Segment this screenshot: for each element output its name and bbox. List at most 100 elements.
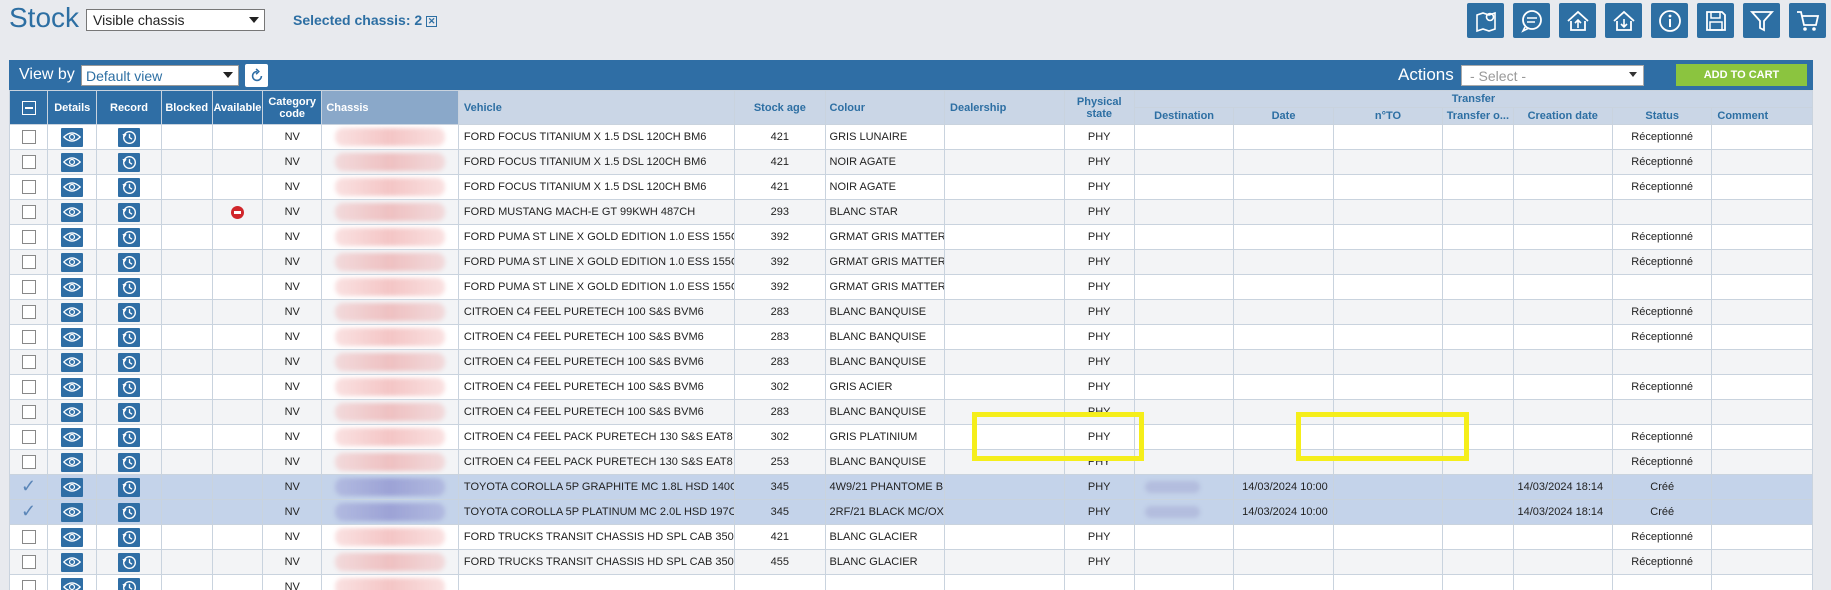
history-icon[interactable] <box>118 427 140 447</box>
row-select-cell[interactable] <box>9 324 49 350</box>
table-row[interactable]: ✓ NV TOYOTA COROLLA 5P GRAPHITE MC 1.8L HS… <box>9 474 1813 500</box>
clear-selection-icon[interactable]: ✕ <box>426 16 438 27</box>
col-available[interactable]: Available <box>211 90 264 125</box>
eye-icon[interactable] <box>61 227 84 247</box>
eye-icon[interactable] <box>61 277 84 297</box>
map-pin-button[interactable] <box>1467 3 1504 38</box>
row-checkbox[interactable] <box>21 330 36 344</box>
history-icon[interactable] <box>118 152 140 172</box>
eye-icon[interactable] <box>61 327 84 347</box>
col-chassis[interactable]: Chassis <box>321 90 459 125</box>
refresh-button[interactable] <box>245 64 268 87</box>
table-row[interactable]: NV <box>9 574 1813 590</box>
eye-icon[interactable] <box>61 302 84 322</box>
row-checkbox[interactable] <box>21 155 36 169</box>
table-row[interactable]: NV FORD TRUCKS TRANSIT CHASSIS HD SPL CAB… <box>9 524 1813 550</box>
history-icon[interactable] <box>118 302 140 322</box>
row-checkbox[interactable] <box>21 205 36 219</box>
history-icon[interactable] <box>118 377 140 397</box>
eye-icon[interactable] <box>61 377 84 397</box>
row-select-cell[interactable] <box>9 374 49 400</box>
info-button[interactable] <box>1651 3 1688 38</box>
comments-button[interactable] <box>1513 3 1550 38</box>
row-select-cell[interactable] <box>9 524 49 550</box>
eye-icon[interactable] <box>61 427 84 447</box>
col-creation-date[interactable]: Creation date <box>1512 107 1613 125</box>
checkmark-icon[interactable]: ✓ <box>21 501 36 521</box>
eye-icon[interactable] <box>61 252 84 272</box>
row-select-cell[interactable] <box>9 574 49 590</box>
history-icon[interactable] <box>118 352 140 372</box>
col-details[interactable]: Details <box>47 90 98 125</box>
row-checkbox[interactable] <box>21 380 36 394</box>
row-checkbox[interactable] <box>21 405 36 419</box>
row-select-cell[interactable] <box>9 224 49 250</box>
history-icon[interactable] <box>118 252 140 272</box>
checkmark-icon[interactable]: ✓ <box>21 476 36 496</box>
row-checkbox[interactable] <box>21 555 36 569</box>
row-checkbox[interactable] <box>21 430 36 444</box>
upload-button[interactable] <box>1559 3 1596 38</box>
table-row[interactable]: NV CITROEN C4 FEEL PURETECH 100 S&S BVM6 3… <box>9 374 1813 400</box>
eye-icon[interactable] <box>61 177 84 197</box>
table-row[interactable]: NV CITROEN C4 FEEL PURETECH 100 S&S BVM6 2… <box>9 299 1813 325</box>
row-select-cell[interactable] <box>9 549 49 575</box>
table-row[interactable]: NV FORD FOCUS TITANIUM X 1.5 DSL 120CH BM… <box>9 149 1813 175</box>
eye-icon[interactable] <box>61 127 84 147</box>
cart-button[interactable] <box>1789 3 1826 38</box>
eye-icon[interactable] <box>61 552 84 572</box>
history-icon[interactable] <box>118 327 140 347</box>
row-select-cell[interactable] <box>9 274 49 300</box>
add-to-cart-button[interactable]: ADD TO CART <box>1676 64 1807 86</box>
row-select-cell[interactable] <box>9 299 49 325</box>
row-select-cell[interactable]: ✓ <box>9 474 49 500</box>
row-checkbox[interactable] <box>21 180 36 194</box>
row-select-cell[interactable] <box>9 249 49 275</box>
eye-icon[interactable] <box>61 352 84 372</box>
table-row[interactable]: NV CITROEN C4 FEEL PURETECH 100 S&S BVM6 2… <box>9 324 1813 350</box>
col-date[interactable]: Date <box>1233 107 1334 125</box>
table-row[interactable]: NV FORD PUMA ST LINE X GOLD EDITION 1.0 E… <box>9 224 1813 250</box>
table-row[interactable]: NV FORD MUSTANG MACH-E GT 99KWH 487CH 293 B… <box>9 199 1813 225</box>
table-row[interactable]: NV FORD PUMA ST LINE X GOLD EDITION 1.0 E… <box>9 249 1813 275</box>
history-icon[interactable] <box>118 577 140 590</box>
col-vehicle[interactable]: Vehicle <box>457 90 736 125</box>
row-checkbox[interactable] <box>21 130 36 144</box>
eye-icon[interactable] <box>61 402 84 422</box>
history-icon[interactable] <box>118 402 140 422</box>
eye-icon[interactable] <box>61 477 84 497</box>
table-row[interactable]: NV CITROEN C4 FEEL PURETECH 100 S&S BVM6 2… <box>9 349 1813 375</box>
row-select-cell[interactable] <box>9 199 49 225</box>
row-select-cell[interactable]: ✓ <box>9 499 49 525</box>
table-row[interactable]: ✓ NV TOYOTA COROLLA 5P PLATINUM MC 2.0L HS… <box>9 499 1813 525</box>
row-select-cell[interactable] <box>9 124 49 150</box>
eye-icon[interactable] <box>61 577 84 590</box>
col-destination[interactable]: Destination <box>1133 107 1235 125</box>
eye-icon[interactable] <box>61 527 84 547</box>
row-select-cell[interactable] <box>9 449 49 475</box>
row-checkbox[interactable] <box>21 255 36 269</box>
chassis-visibility-select[interactable]: Visible chassis <box>86 9 265 31</box>
table-row[interactable]: NV FORD FOCUS TITANIUM X 1.5 DSL 120CH BM… <box>9 124 1813 150</box>
history-icon[interactable] <box>118 227 140 247</box>
row-checkbox[interactable] <box>21 355 36 369</box>
history-icon[interactable] <box>118 552 140 572</box>
history-icon[interactable] <box>118 277 140 297</box>
col-blocked[interactable]: Blocked <box>160 90 213 125</box>
select-all-header[interactable] <box>9 90 49 125</box>
actions-select[interactable]: - Select - <box>1461 65 1644 86</box>
row-checkbox[interactable] <box>21 305 36 319</box>
row-checkbox[interactable] <box>21 280 36 294</box>
save-button[interactable] <box>1697 3 1734 38</box>
filter-button[interactable] <box>1743 3 1780 38</box>
history-icon[interactable] <box>118 477 140 497</box>
table-row[interactable]: NV FORD TRUCKS TRANSIT CHASSIS HD SPL CAB… <box>9 549 1813 575</box>
table-row[interactable]: NV FORD FOCUS TITANIUM X 1.5 DSL 120CH BM… <box>9 174 1813 200</box>
select-all-checkbox[interactable] <box>21 100 36 115</box>
row-checkbox[interactable] <box>21 455 36 469</box>
row-checkbox[interactable] <box>21 580 36 590</box>
table-row[interactable]: NV FORD PUMA ST LINE X GOLD EDITION 1.0 E… <box>9 274 1813 300</box>
row-select-cell[interactable] <box>9 149 49 175</box>
col-record[interactable]: Record <box>96 90 162 125</box>
row-select-cell[interactable] <box>9 399 49 425</box>
